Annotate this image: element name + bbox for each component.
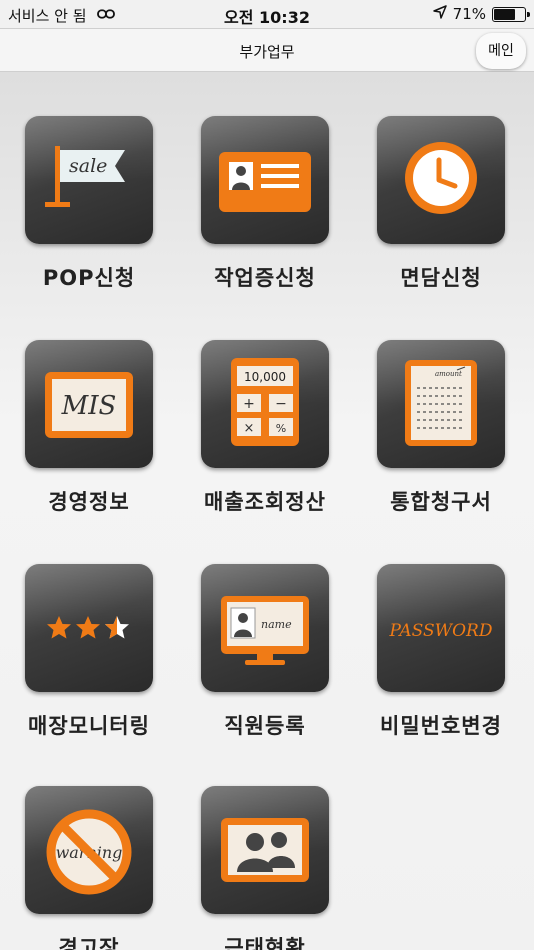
people-icon — [201, 786, 329, 914]
svg-text:+: + — [243, 396, 255, 412]
battery-percent: 71% — [452, 5, 486, 23]
tile-attendance-status[interactable]: 근태현황 — [190, 786, 340, 950]
tile-label: POP신청 — [42, 266, 136, 290]
clock-icon — [377, 116, 505, 244]
calculator-icon: 10,000 + − × % — [201, 340, 329, 468]
password-icon: PASSWORD — [377, 564, 505, 692]
tile-integrated-invoice[interactable]: amount 통합청구서 — [366, 340, 516, 516]
svg-text:−: − — [275, 396, 287, 412]
tile-label: 면담신청 — [400, 266, 482, 290]
page-title: 부가업무 — [239, 43, 295, 61]
tile-store-monitoring[interactable]: 매장모니터링 — [14, 564, 164, 740]
tile-label: 통합청구서 — [390, 490, 492, 514]
sale-flag-icon: sale — [25, 116, 153, 244]
tile-warning-letter[interactable]: warning 경고장 — [14, 786, 164, 950]
navigation-bar: 부가업무 메인 — [0, 28, 534, 72]
tile-label: 경영정보 — [48, 490, 130, 514]
tile-label: 경고장 — [58, 936, 120, 950]
tile-label: 매장모니터링 — [28, 714, 150, 738]
password-text: PASSWORD — [389, 621, 493, 641]
star-rating-icon — [25, 564, 153, 692]
mis-text: MIS — [61, 391, 117, 421]
menu-grid: sale POP신청 작업증신청 면담신청 MIS 경영정보 10,000 + … — [0, 72, 534, 950]
status-bar: 서비스 안 됨 오전 10:32 71% — [0, 0, 534, 28]
receipt-icon: amount — [377, 340, 505, 468]
name-text: name — [261, 618, 292, 631]
tile-employee-registration[interactable]: name 직원등록 — [190, 564, 340, 740]
id-card-icon — [201, 116, 329, 244]
battery-icon — [492, 6, 530, 22]
tile-label: 매출조회정산 — [204, 490, 326, 514]
tile-sales-settlement[interactable]: 10,000 + − × % 매출조회정산 — [190, 340, 340, 516]
tile-change-password[interactable]: PASSWORD 비밀번호변경 — [366, 564, 516, 740]
calculator-display: 10,000 — [244, 370, 286, 384]
tile-label: 근태현황 — [224, 936, 306, 950]
sale-text: sale — [69, 155, 107, 177]
location-arrow-icon — [432, 5, 447, 23]
receipt-heading: amount — [435, 370, 462, 378]
tile-label: 작업증신청 — [214, 266, 316, 290]
tile-label: 직원등록 — [224, 714, 306, 738]
mis-board-icon: MIS — [25, 340, 153, 468]
svg-text:×: × — [244, 421, 255, 436]
svg-text:%: % — [276, 422, 286, 435]
tile-management-info[interactable]: MIS 경영정보 — [14, 340, 164, 516]
monitor-name-icon: name — [201, 564, 329, 692]
tile-pop-request[interactable]: sale POP신청 — [14, 116, 164, 292]
main-button[interactable]: 메인 — [476, 33, 526, 69]
tile-work-permit[interactable]: 작업증신청 — [190, 116, 340, 292]
no-warning-icon: warning — [25, 786, 153, 914]
tile-interview-request[interactable]: 면담신청 — [366, 116, 516, 292]
tile-label: 비밀번호변경 — [380, 714, 502, 738]
